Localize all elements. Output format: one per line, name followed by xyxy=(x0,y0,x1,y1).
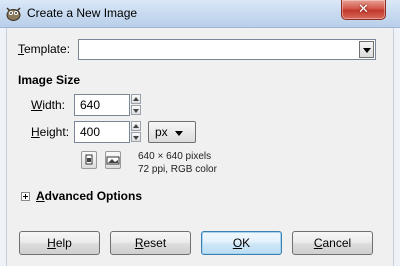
cancel-button[interactable]: Cancel xyxy=(292,231,373,255)
dialog-body: Template: Image Size Width: 640 Height: … xyxy=(6,28,394,266)
advanced-options-expander[interactable]: Advanced Options xyxy=(36,189,142,203)
height-spinner[interactable] xyxy=(131,121,141,143)
reset-button[interactable]: Reset xyxy=(110,231,191,255)
height-decrement-button[interactable] xyxy=(131,132,141,142)
landscape-icon xyxy=(106,156,120,165)
close-icon: ✕ xyxy=(358,1,369,16)
ok-button[interactable]: OK xyxy=(201,231,282,255)
width-label: Width: xyxy=(31,98,66,112)
chevron-down-icon xyxy=(175,131,183,136)
template-label: Template: xyxy=(18,42,71,56)
chevron-down-icon[interactable] xyxy=(359,41,374,58)
unit-dropdown[interactable]: px xyxy=(148,121,196,143)
template-combo[interactable] xyxy=(78,39,376,60)
width-increment-button[interactable] xyxy=(131,94,141,104)
portrait-button[interactable] xyxy=(81,151,97,169)
width-decrement-button[interactable] xyxy=(131,105,141,115)
height-increment-button[interactable] xyxy=(131,121,141,131)
width-spinner[interactable] xyxy=(131,94,141,116)
height-label: Height: xyxy=(31,125,70,139)
title-bar: Create a New Image ✕ xyxy=(0,0,400,28)
image-size-heading: Image Size xyxy=(18,73,81,87)
height-input[interactable]: 400 xyxy=(74,121,130,143)
width-input[interactable]: 640 xyxy=(74,94,130,116)
landscape-button[interactable] xyxy=(105,151,121,169)
width-value: 640 xyxy=(80,98,101,112)
portrait-icon xyxy=(85,154,93,165)
resolution-info: 72 ppi, RGB color xyxy=(138,164,217,175)
help-button[interactable]: Help xyxy=(19,231,100,255)
window-title: Create a New Image xyxy=(27,6,138,20)
close-button[interactable]: ✕ xyxy=(341,0,386,20)
size-info: 640 × 640 pixels xyxy=(138,151,212,162)
gimp-icon xyxy=(6,7,21,21)
unit-value: px xyxy=(155,125,168,139)
height-value: 400 xyxy=(80,125,101,139)
expand-plus-icon[interactable] xyxy=(21,192,30,201)
